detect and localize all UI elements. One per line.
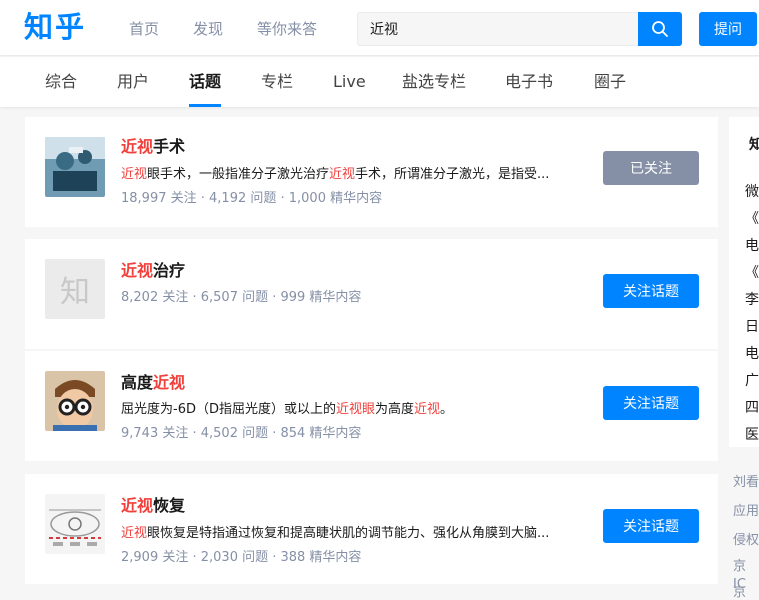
sidebar-link[interactable]: 广 <box>745 371 759 391</box>
sidebar-link[interactable]: 微 <box>745 182 759 202</box>
follow-topic-button[interactable]: 关注话题 <box>603 509 699 543</box>
sidebar-link[interactable]: 四 <box>745 398 759 418</box>
nav-home[interactable]: 首页 <box>129 18 159 40</box>
sidebar-link[interactable]: 电 <box>745 344 759 364</box>
search-type-tabs: 综合 用户 话题 专栏 Live 盐选专栏 电子书 圈子 <box>0 57 759 107</box>
followed-button[interactable]: 已关注 <box>603 151 699 185</box>
topic-avatar[interactable] <box>45 371 105 431</box>
follow-topic-button[interactable]: 关注话题 <box>603 274 699 308</box>
tab-live[interactable]: Live <box>333 71 366 93</box>
tab-users[interactable]: 用户 <box>117 71 149 93</box>
topic-result-card[interactable]: 知 近视治疗 8,202 关注 · 6,507 问题 · 999 精华内容 关注… <box>25 239 718 349</box>
sidebar-link[interactable]: 《 <box>745 209 759 229</box>
topic-title[interactable]: 近视治疗 <box>121 260 185 282</box>
topic-title[interactable]: 近视手术 <box>121 136 185 158</box>
topic-title[interactable]: 近视恢复 <box>121 495 185 517</box>
nav-waiting-answers[interactable]: 等你来答 <box>257 18 317 40</box>
topic-stats: 9,743 关注 · 4,502 问题 · 854 精华内容 <box>121 426 362 441</box>
topic-result-card[interactable]: 近视手术 近视眼手术，一般指准分子激光治疗近视手术，所谓准分子激光，是指受...… <box>25 117 718 227</box>
sidebar-link[interactable]: 李 <box>745 290 759 310</box>
topic-result-card[interactable]: 近视恢复 近视眼恢复是特指通过恢复和提高睫状肌的调节能力、强化从角膜到大脑...… <box>25 474 718 584</box>
sidebar-footer-link[interactable]: 应用 <box>733 503 759 521</box>
sidebar-link[interactable]: 电 <box>745 236 759 256</box>
topic-avatar[interactable]: 知 <box>45 259 105 319</box>
nav-explore[interactable]: 发现 <box>193 18 223 40</box>
search-input[interactable]: 近视 <box>357 12 638 46</box>
sidebar-link[interactable]: 日 <box>745 317 759 337</box>
search-button[interactable] <box>638 12 682 46</box>
tab-topics[interactable]: 话题 <box>189 71 221 93</box>
topic-avatar[interactable] <box>45 494 105 554</box>
topic-title[interactable]: 高度近视 <box>121 372 185 394</box>
active-tab-indicator <box>189 104 221 107</box>
topic-stats: 2,909 关注 · 2,030 问题 · 388 精华内容 <box>121 550 362 565</box>
topic-stats: 18,997 关注 · 4,192 问题 · 1,000 精华内容 <box>121 191 383 206</box>
topic-description: 近视眼手术，一般指准分子激光治疗近视手术，所谓准分子激光，是指受... <box>121 167 550 182</box>
search-icon <box>652 21 668 37</box>
topic-stats: 8,202 关注 · 6,507 问题 · 999 精华内容 <box>121 290 362 305</box>
search-value: 近视 <box>370 22 398 38</box>
topic-result-card[interactable]: 高度近视 屈光度为-6D（D指屈光度）或以上的近视眼为高度近视。 9,743 关… <box>25 351 718 461</box>
sidebar-link[interactable]: 医 <box>745 425 759 445</box>
follow-topic-button[interactable]: 关注话题 <box>603 386 699 420</box>
zhihu-placeholder-icon: 知 <box>60 275 90 310</box>
sidebar-link[interactable]: 《 <box>745 263 759 283</box>
topic-avatar[interactable] <box>45 137 105 197</box>
topic-description: 近视眼恢复是特指通过恢复和提高睫状肌的调节能力、强化从角膜到大脑... <box>121 526 550 541</box>
topic-description: 屈光度为-6D（D指屈光度）或以上的近视眼为高度近视。 <box>121 402 454 417</box>
sidebar-footer-link[interactable]: 刘看 <box>733 474 759 492</box>
tab-circles[interactable]: 圈子 <box>594 71 626 93</box>
sidebar-title: 知 <box>749 137 759 153</box>
sidebar-footer-link[interactable]: 侵权 <box>733 532 759 550</box>
tab-general[interactable]: 综合 <box>45 71 77 93</box>
tab-columns[interactable]: 专栏 <box>261 71 293 93</box>
sidebar-footer-text: 京 IC <box>733 585 747 600</box>
top-header: 知乎 首页 发现 等你来答 近视 提问 <box>0 0 759 56</box>
tab-salt-columns[interactable]: 盐选专栏 <box>402 71 466 93</box>
tab-ebooks[interactable]: 电子书 <box>505 71 553 93</box>
ask-question-button[interactable]: 提问 <box>699 12 757 46</box>
zhihu-logo[interactable]: 知乎 <box>24 9 86 45</box>
